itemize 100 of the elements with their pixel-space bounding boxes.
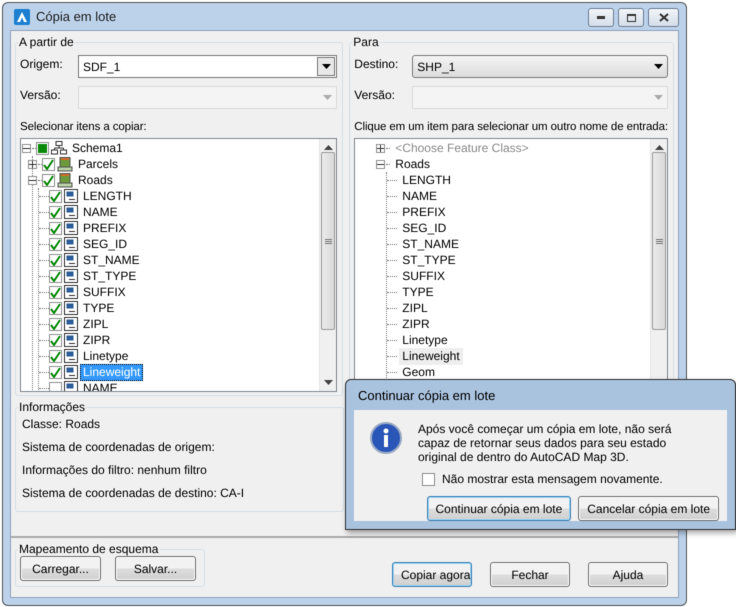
dialog-button[interactable]: Fechar <box>490 562 570 587</box>
scroll-down-icon[interactable] <box>324 380 333 385</box>
group-legend: Mapeamento de esquema <box>18 542 160 556</box>
tree-label: Selecionar itens a copiar: <box>20 120 148 135</box>
field-icon <box>64 365 78 379</box>
maximize-icon <box>626 14 636 22</box>
tree-item[interactable]: ZIPL <box>80 316 112 332</box>
tree-label: Clique em um item para selecionar um outro nome de entrada: <box>354 120 668 135</box>
tree-item[interactable]: SEG_ID <box>80 236 130 252</box>
checkbox[interactable] <box>49 334 62 346</box>
dialog-title: Continuar cópia em lote <box>357 386 496 405</box>
minimize-icon <box>597 16 605 19</box>
maximize-button[interactable] <box>618 8 644 27</box>
minimize-button[interactable] <box>588 8 614 27</box>
checkbox[interactable] <box>49 382 62 391</box>
info-text: Informações do filtro: nenhum filtro <box>21 462 208 479</box>
collapse-icon[interactable] <box>376 160 386 168</box>
dropdown-arrow-icon <box>322 64 331 69</box>
field-label: Versão: <box>20 87 62 102</box>
scroll-thumb[interactable] <box>652 152 666 330</box>
checkbox[interactable] <box>49 254 62 266</box>
tree-item[interactable]: NAME <box>399 188 440 204</box>
dialog-button[interactable]: Copiar agora <box>392 562 472 587</box>
dialog-button[interactable]: Cancelar cópia em lote <box>578 496 719 521</box>
tree-item[interactable]: Schema1 <box>69 140 126 156</box>
close-icon <box>658 13 668 22</box>
tree-item[interactable]: Roads <box>392 156 433 172</box>
tree-item[interactable]: ZIPR <box>399 316 433 332</box>
close-button[interactable] <box>648 8 679 27</box>
field-label: Origem: <box>20 56 64 71</box>
tree-item[interactable]: Roads <box>75 172 116 188</box>
field-icon <box>64 349 78 363</box>
checkbox[interactable] <box>36 142 49 154</box>
tree-item[interactable]: Lineweight <box>399 348 463 364</box>
dont-show-checkbox[interactable]: Não mostrar esta mensagem novamente. <box>422 472 719 486</box>
checkbox[interactable] <box>49 238 62 250</box>
dialog-button[interactable]: Ajuda <box>588 562 668 587</box>
tree-item[interactable]: LENGTH <box>399 172 454 188</box>
window-title: Cópia em lote <box>36 9 118 24</box>
expand-icon[interactable] <box>28 160 37 168</box>
tree-item[interactable]: Linetype <box>80 348 132 364</box>
scroll-up-icon[interactable] <box>654 145 664 150</box>
tree-item[interactable]: Parcels <box>75 156 122 172</box>
tree-item[interactable]: ST_NAME <box>80 252 143 268</box>
mapping-button[interactable]: Carregar... <box>20 556 101 581</box>
checkbox[interactable] <box>49 302 62 314</box>
tree-item[interactable]: ZIPL <box>399 300 431 316</box>
group-legend: A partir de <box>18 35 75 49</box>
field-icon <box>64 333 78 347</box>
checkbox[interactable] <box>49 366 62 378</box>
tree-item[interactable]: PREFIX <box>80 220 130 236</box>
field-icon <box>64 317 78 331</box>
tree-item[interactable]: NAME <box>80 204 121 220</box>
tree-item[interactable]: TYPE <box>80 300 118 316</box>
dialog-button[interactable]: Continuar cópia em lote <box>426 496 572 521</box>
dropdown-arrow-icon <box>322 95 332 100</box>
tree-item[interactable]: ST_NAME <box>399 236 462 252</box>
checkbox[interactable] <box>49 318 62 330</box>
field-icon <box>64 205 78 219</box>
checkbox[interactable] <box>49 286 62 298</box>
checkbox[interactable] <box>42 158 55 170</box>
checkbox[interactable] <box>49 350 62 362</box>
mapping-button[interactable]: Salvar... <box>115 556 196 581</box>
tree-item[interactable]: SUFFIX <box>399 268 448 284</box>
group-legend: Informações <box>18 400 86 414</box>
field-label: Versão: <box>354 87 396 102</box>
collapse-icon[interactable] <box>22 144 31 152</box>
destination-dropdown[interactable]: SHP_1 <box>412 55 668 78</box>
field-icon <box>64 189 78 203</box>
collapse-icon[interactable] <box>28 176 37 184</box>
origin-dropdown[interactable]: SDF_1 <box>78 55 338 78</box>
checkbox[interactable] <box>49 190 62 202</box>
info-icon <box>370 422 402 454</box>
field-icon <box>64 269 78 283</box>
tree-item[interactable]: SUFFIX <box>80 284 129 300</box>
field-icon <box>64 221 78 235</box>
group-legend: Para <box>352 35 380 49</box>
app-logo-icon <box>14 8 30 24</box>
dropdown-arrow-icon <box>654 95 662 100</box>
tree-item[interactable]: SEG_ID <box>399 220 450 236</box>
checkbox[interactable] <box>49 222 62 234</box>
tree-item[interactable]: Geom <box>399 364 438 380</box>
field-label: Destino: <box>354 56 400 71</box>
table-icon <box>57 156 73 172</box>
checkbox[interactable] <box>42 174 55 186</box>
tree-item[interactable]: ST_TYPE <box>399 252 459 268</box>
tree-item[interactable]: ZIPR <box>80 332 114 348</box>
checkbox[interactable] <box>49 206 62 218</box>
tree-item[interactable]: TYPE <box>399 284 437 300</box>
tree-item[interactable]: Linetype <box>399 332 451 348</box>
tree-item[interactable]: PREFIX <box>399 204 449 220</box>
tree-item[interactable]: ST_TYPE <box>80 268 140 284</box>
scrollbar[interactable] <box>319 139 336 391</box>
expand-icon[interactable] <box>376 144 386 152</box>
field-icon <box>64 285 78 299</box>
scroll-thumb[interactable] <box>321 152 336 330</box>
tree-item[interactable]: LENGTH <box>80 188 135 204</box>
info-text: Sistema de coordenadas de destino: CA-I <box>21 485 246 502</box>
checkbox[interactable] <box>49 270 62 282</box>
scroll-up-icon[interactable] <box>324 145 333 150</box>
